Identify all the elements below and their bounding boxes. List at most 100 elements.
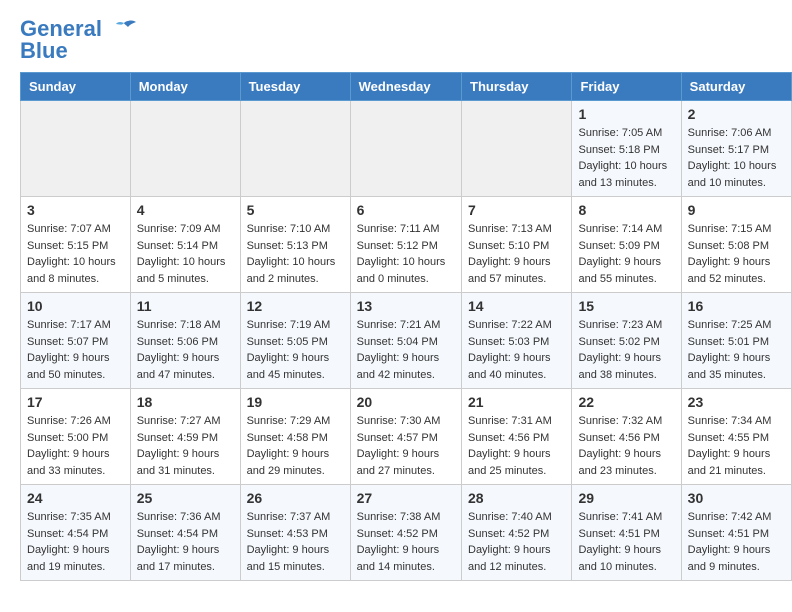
day-number: 16 bbox=[688, 298, 785, 314]
logo: General Blue bbox=[20, 16, 138, 64]
calendar-day bbox=[21, 101, 131, 197]
calendar-day bbox=[462, 101, 572, 197]
day-number: 27 bbox=[357, 490, 455, 506]
day-info: Sunrise: 7:41 AMSunset: 4:51 PMDaylight:… bbox=[578, 509, 674, 575]
calendar-day: 5Sunrise: 7:10 AMSunset: 5:13 PMDaylight… bbox=[240, 197, 350, 293]
calendar-day: 3 Sunrise: 7:07 AMSunset: 5:15 PMDaylight… bbox=[21, 197, 131, 293]
calendar-day: 12Sunrise: 7:19 AMSunset: 5:05 PMDayligh… bbox=[240, 293, 350, 389]
day-number: 26 bbox=[247, 490, 344, 506]
calendar-table: SundayMondayTuesdayWednesdayThursdayFrid… bbox=[20, 72, 792, 581]
calendar-day: 21 Sunrise: 7:31 AMSunset: 4:56 PMDayligh… bbox=[462, 389, 572, 485]
day-info: Sunrise: 7:38 AMSunset: 4:52 PMDaylight:… bbox=[357, 509, 455, 575]
day-info: Sunrise: 7:15 AMSunset: 5:08 PMDaylight:… bbox=[688, 221, 785, 287]
day-info: Sunrise: 7:32 AMSunset: 4:56 PMDaylight:… bbox=[578, 413, 674, 479]
calendar-day: 27 Sunrise: 7:38 AMSunset: 4:52 PMDayligh… bbox=[350, 485, 461, 581]
day-number: 25 bbox=[137, 490, 234, 506]
weekday-header-tuesday: Tuesday bbox=[240, 73, 350, 101]
day-info: Sunrise: 7:06 AMSunset: 5:17 PMDaylight:… bbox=[688, 125, 785, 191]
calendar-day bbox=[240, 101, 350, 197]
day-number: 15 bbox=[578, 298, 674, 314]
day-info: Sunrise: 7:36 AMSunset: 4:54 PMDaylight:… bbox=[137, 509, 234, 575]
day-info: Sunrise: 7:40 AMSunset: 4:52 PMDaylight:… bbox=[468, 509, 565, 575]
day-info: Sunrise: 7:42 AMSunset: 4:51 PMDaylight:… bbox=[688, 509, 785, 575]
calendar-day: 9 Sunrise: 7:15 AMSunset: 5:08 PMDaylight… bbox=[681, 197, 791, 293]
calendar-day: 11 Sunrise: 7:18 AMSunset: 5:06 PMDayligh… bbox=[130, 293, 240, 389]
calendar-header: SundayMondayTuesdayWednesdayThursdayFrid… bbox=[21, 73, 792, 101]
day-number: 8 bbox=[578, 202, 674, 218]
calendar-body: 1 Sunrise: 7:05 AMSunset: 5:18 PMDaylight… bbox=[21, 101, 792, 581]
day-number: 24 bbox=[27, 490, 124, 506]
day-number: 22 bbox=[578, 394, 674, 410]
day-info: Sunrise: 7:27 AMSunset: 4:59 PMDaylight:… bbox=[137, 413, 234, 479]
calendar-day: 29 Sunrise: 7:41 AMSunset: 4:51 PMDayligh… bbox=[572, 485, 681, 581]
calendar-day: 14 Sunrise: 7:22 AMSunset: 5:03 PMDayligh… bbox=[462, 293, 572, 389]
day-number: 30 bbox=[688, 490, 785, 506]
calendar-week-3: 10 Sunrise: 7:17 AMSunset: 5:07 PMDayligh… bbox=[21, 293, 792, 389]
day-number: 23 bbox=[688, 394, 785, 410]
calendar-day: 18 Sunrise: 7:27 AMSunset: 4:59 PMDayligh… bbox=[130, 389, 240, 485]
calendar-day bbox=[350, 101, 461, 197]
calendar-day: 6Sunrise: 7:11 AMSunset: 5:12 PMDaylight… bbox=[350, 197, 461, 293]
day-number: 21 bbox=[468, 394, 565, 410]
calendar-day: 22 Sunrise: 7:32 AMSunset: 4:56 PMDayligh… bbox=[572, 389, 681, 485]
day-info: Sunrise: 7:29 AMSunset: 4:58 PMDaylight:… bbox=[247, 413, 344, 479]
calendar-day: 13 Sunrise: 7:21 AMSunset: 5:04 PMDayligh… bbox=[350, 293, 461, 389]
calendar-day: 17Sunrise: 7:26 AMSunset: 5:00 PMDayligh… bbox=[21, 389, 131, 485]
day-info: Sunrise: 7:34 AMSunset: 4:55 PMDaylight:… bbox=[688, 413, 785, 479]
day-number: 14 bbox=[468, 298, 565, 314]
calendar-wrapper: SundayMondayTuesdayWednesdayThursdayFrid… bbox=[0, 72, 792, 591]
weekday-header-sunday: Sunday bbox=[21, 73, 131, 101]
weekday-header-saturday: Saturday bbox=[681, 73, 791, 101]
day-info: Sunrise: 7:31 AMSunset: 4:56 PMDaylight:… bbox=[468, 413, 565, 479]
day-number: 28 bbox=[468, 490, 565, 506]
page-header: General Blue bbox=[0, 0, 792, 72]
day-info: Sunrise: 7:18 AMSunset: 5:06 PMDaylight:… bbox=[137, 317, 234, 383]
weekday-header-thursday: Thursday bbox=[462, 73, 572, 101]
day-info: Sunrise: 7:17 AMSunset: 5:07 PMDaylight:… bbox=[27, 317, 124, 383]
day-number: 13 bbox=[357, 298, 455, 314]
day-number: 11 bbox=[137, 298, 234, 314]
calendar-day: 20 Sunrise: 7:30 AMSunset: 4:57 PMDayligh… bbox=[350, 389, 461, 485]
calendar-day: 26 Sunrise: 7:37 AMSunset: 4:53 PMDayligh… bbox=[240, 485, 350, 581]
day-number: 4 bbox=[137, 202, 234, 218]
day-number: 3 bbox=[27, 202, 124, 218]
weekday-row: SundayMondayTuesdayWednesdayThursdayFrid… bbox=[21, 73, 792, 101]
calendar-day bbox=[130, 101, 240, 197]
day-number: 18 bbox=[137, 394, 234, 410]
day-info: Sunrise: 7:14 AMSunset: 5:09 PMDaylight:… bbox=[578, 221, 674, 287]
weekday-header-friday: Friday bbox=[572, 73, 681, 101]
day-number: 5 bbox=[247, 202, 344, 218]
day-number: 12 bbox=[247, 298, 344, 314]
day-number: 20 bbox=[357, 394, 455, 410]
day-info: Sunrise: 7:13 AMSunset: 5:10 PMDaylight:… bbox=[468, 221, 565, 287]
day-info: Sunrise: 7:26 AMSunset: 5:00 PMDaylight:… bbox=[27, 413, 124, 479]
calendar-week-4: 17Sunrise: 7:26 AMSunset: 5:00 PMDayligh… bbox=[21, 389, 792, 485]
day-info: Sunrise: 7:05 AMSunset: 5:18 PMDaylight:… bbox=[578, 125, 674, 191]
calendar-day: 15Sunrise: 7:23 AMSunset: 5:02 PMDayligh… bbox=[572, 293, 681, 389]
day-number: 10 bbox=[27, 298, 124, 314]
day-number: 9 bbox=[688, 202, 785, 218]
calendar-week-5: 24Sunrise: 7:35 AMSunset: 4:54 PMDayligh… bbox=[21, 485, 792, 581]
day-number: 1 bbox=[578, 106, 674, 122]
calendar-day: 2Sunrise: 7:06 AMSunset: 5:17 PMDaylight… bbox=[681, 101, 791, 197]
day-info: Sunrise: 7:07 AMSunset: 5:15 PMDaylight:… bbox=[27, 221, 124, 287]
calendar-day: 1 Sunrise: 7:05 AMSunset: 5:18 PMDaylight… bbox=[572, 101, 681, 197]
calendar-week-1: 1 Sunrise: 7:05 AMSunset: 5:18 PMDaylight… bbox=[21, 101, 792, 197]
calendar-day: 30 Sunrise: 7:42 AMSunset: 4:51 PMDayligh… bbox=[681, 485, 791, 581]
day-info: Sunrise: 7:30 AMSunset: 4:57 PMDaylight:… bbox=[357, 413, 455, 479]
day-info: Sunrise: 7:09 AMSunset: 5:14 PMDaylight:… bbox=[137, 221, 234, 287]
day-info: Sunrise: 7:22 AMSunset: 5:03 PMDaylight:… bbox=[468, 317, 565, 383]
weekday-header-monday: Monday bbox=[130, 73, 240, 101]
calendar-week-2: 3 Sunrise: 7:07 AMSunset: 5:15 PMDaylight… bbox=[21, 197, 792, 293]
day-number: 29 bbox=[578, 490, 674, 506]
calendar-day: 16 Sunrise: 7:25 AMSunset: 5:01 PMDayligh… bbox=[681, 293, 791, 389]
calendar-day: 23 Sunrise: 7:34 AMSunset: 4:55 PMDayligh… bbox=[681, 389, 791, 485]
weekday-header-wednesday: Wednesday bbox=[350, 73, 461, 101]
day-info: Sunrise: 7:37 AMSunset: 4:53 PMDaylight:… bbox=[247, 509, 344, 575]
day-info: Sunrise: 7:21 AMSunset: 5:04 PMDaylight:… bbox=[357, 317, 455, 383]
calendar-day: 19Sunrise: 7:29 AMSunset: 4:58 PMDayligh… bbox=[240, 389, 350, 485]
calendar-day: 10 Sunrise: 7:17 AMSunset: 5:07 PMDayligh… bbox=[21, 293, 131, 389]
day-info: Sunrise: 7:25 AMSunset: 5:01 PMDaylight:… bbox=[688, 317, 785, 383]
calendar-day: 7Sunrise: 7:13 AMSunset: 5:10 PMDaylight… bbox=[462, 197, 572, 293]
calendar-day: 25 Sunrise: 7:36 AMSunset: 4:54 PMDayligh… bbox=[130, 485, 240, 581]
